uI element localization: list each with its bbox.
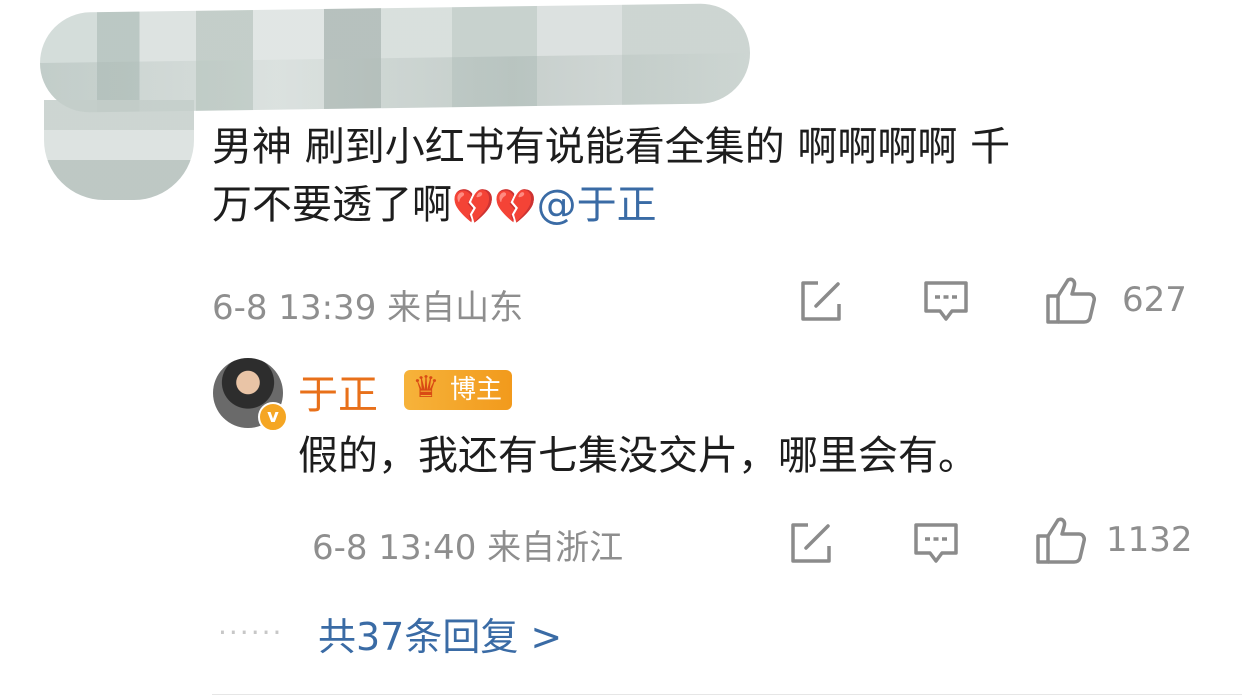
reply-author-name[interactable]: 于正 (298, 362, 378, 420)
comment-meta: 6-8 13:39 来自山东 (212, 280, 523, 329)
reply-meta: 6-8 13:40 来自浙江 (312, 520, 623, 569)
thumbs-up-icon[interactable] (1034, 514, 1088, 566)
comment-location: 来自山东 (387, 288, 524, 328)
reply-time: 6-8 13:40 (312, 528, 477, 568)
blogger-badge-label: 博主 (450, 375, 503, 405)
broken-heart-emoji: 💔💔 (452, 187, 537, 227)
redacted-avatar-blur (44, 100, 194, 200)
comment-bubble-icon[interactable] (922, 278, 970, 324)
comment-time: 6-8 13:39 (212, 288, 377, 328)
reply-text: 假的，我还有七集没交片，哪里会有。 (298, 433, 978, 479)
reply-like-count: 1132 (1106, 520, 1193, 560)
share-edit-icon[interactable] (798, 278, 844, 324)
divider (212, 694, 1242, 695)
blogger-badge: ♛ 博主 (404, 370, 512, 410)
mention-link[interactable]: @于正 (537, 182, 657, 228)
comment-line-2: 万不要透了啊💔💔@于正 (212, 176, 1212, 236)
thumbs-up-icon[interactable] (1044, 274, 1098, 326)
comment-like-count: 627 (1122, 280, 1187, 320)
more-replies-dots: ······ (218, 616, 284, 649)
crown-icon: ♛ (412, 370, 440, 405)
share-edit-icon[interactable] (788, 520, 834, 566)
comment-text: 男神 刷到小红书有说能看全集的 啊啊啊啊 千 万不要透了啊💔💔@于正 (212, 118, 1212, 236)
comment-bubble-icon[interactable] (912, 520, 960, 566)
comment-line-1: 男神 刷到小红书有说能看全集的 啊啊啊啊 千 (212, 124, 1011, 170)
verified-badge: v (258, 402, 288, 432)
reply-location: 来自浙江 (487, 528, 624, 568)
more-replies-link[interactable]: 共37条回复 > (318, 606, 562, 661)
comment-line-2-text: 万不要透了啊 (212, 182, 452, 228)
redacted-username-blur (40, 3, 750, 113)
